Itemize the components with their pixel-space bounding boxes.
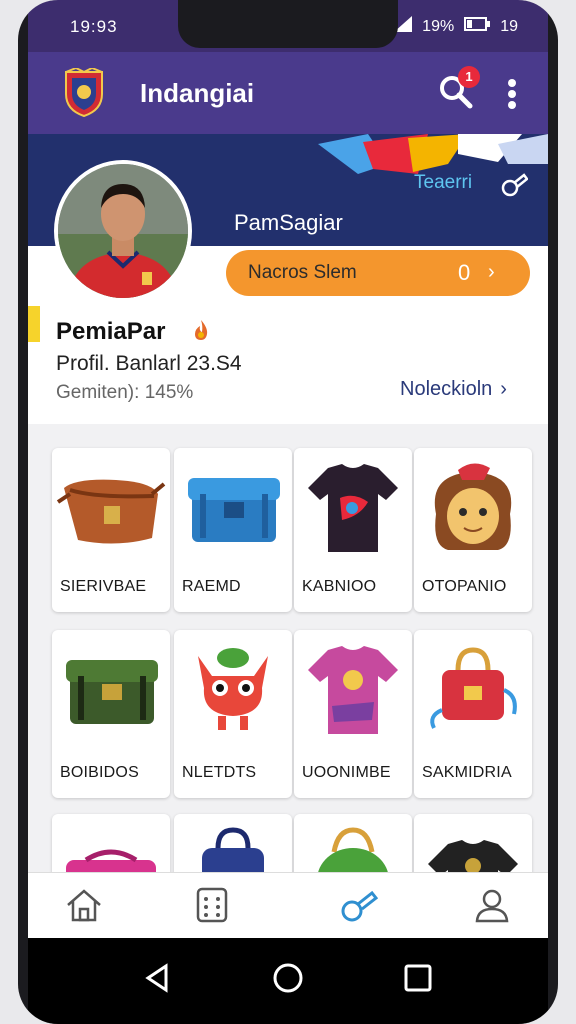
leather-bag-icon	[56, 479, 166, 544]
item-name: SAKMIDRIA	[422, 764, 512, 781]
phone-frame: 19:93 ✱ 19% 19	[18, 0, 558, 1024]
chevron-right-icon: ›	[488, 261, 495, 283]
bottom-nav	[28, 872, 548, 938]
banner-tag: Teaerri	[414, 172, 473, 193]
camera-notch	[178, 0, 398, 48]
promo-button[interactable]: Nacros Slem 0 ›	[226, 250, 530, 296]
profile-icon[interactable]	[472, 885, 512, 925]
item-card[interactable]: KABNIOO	[294, 448, 412, 612]
promo-label: Nacros Slem	[248, 262, 357, 283]
item-card[interactable]: SAKMIDRIA	[414, 630, 532, 798]
red-bag-icon	[430, 647, 517, 729]
profile-accent-tab	[28, 306, 40, 342]
app-bar: Indangiai 1	[28, 52, 548, 134]
battery-icon	[464, 17, 491, 36]
status-extra: 19	[500, 17, 518, 35]
item-card[interactable]: RAEMD	[174, 448, 292, 612]
profile-name: PemiaPar	[56, 318, 166, 345]
collection-link[interactable]: Noleckioln ›	[400, 378, 507, 401]
items-grid: SIERIVBAE RAEMD KABNIOO OTOPANIO BOIBIDO…	[28, 424, 548, 884]
item-card[interactable]: NLETDTS	[174, 630, 292, 798]
item-name: RAEMD	[182, 578, 241, 595]
item-name: BOIBIDOS	[60, 764, 139, 781]
home-icon[interactable]	[64, 885, 104, 925]
back-icon[interactable]	[140, 960, 176, 996]
app-title: Indangiai	[140, 78, 255, 108]
status-time: 19:93	[70, 17, 118, 36]
club-crest-icon[interactable]	[62, 66, 106, 118]
banner-username: PamSagiar	[234, 210, 343, 235]
profile-subtitle: Profil. Banlarl 23.S4	[56, 352, 242, 375]
dark-shirt-icon	[308, 464, 398, 552]
item-card[interactable]: OTOPANIO	[414, 448, 532, 612]
battery-percent: 19%	[422, 17, 455, 35]
home-button-icon[interactable]	[270, 960, 306, 996]
whistle-icon[interactable]	[338, 885, 379, 925]
item-name: OTOPANIO	[422, 578, 507, 595]
item-name: SIERIVBAE	[60, 578, 147, 595]
item-card[interactable]: SIERIVBAE	[52, 448, 170, 612]
chevron-right-icon: ›	[500, 378, 507, 400]
item-name: UOONIMBE	[302, 764, 391, 781]
whistle-icon[interactable]	[500, 170, 529, 198]
green-chest-icon	[66, 660, 158, 724]
more-options-icon[interactable]	[506, 78, 518, 110]
blue-chest-icon	[188, 478, 280, 542]
notification-badge: 1	[458, 66, 480, 88]
item-name: NLETDTS	[182, 764, 257, 781]
collection-link-label: Noleckioln	[400, 378, 493, 400]
item-card[interactable]: BOIBIDOS	[52, 630, 170, 798]
flame-icon	[190, 318, 212, 342]
item-name: KABNIOO	[302, 578, 377, 595]
screen: 19:93 ✱ 19% 19	[28, 0, 548, 1024]
avatar[interactable]	[54, 160, 192, 302]
calculator-icon[interactable]	[192, 885, 232, 925]
promo-count: 0	[458, 260, 471, 285]
character-head-icon	[434, 463, 512, 550]
pink-shirt-icon	[308, 646, 398, 734]
item-card[interactable]: UOONIMBE	[294, 630, 412, 798]
profile-stat: Gemiten): 145%	[56, 382, 194, 403]
creature-icon	[198, 648, 268, 730]
system-nav-bar	[28, 938, 548, 1024]
recents-icon[interactable]	[400, 960, 436, 996]
